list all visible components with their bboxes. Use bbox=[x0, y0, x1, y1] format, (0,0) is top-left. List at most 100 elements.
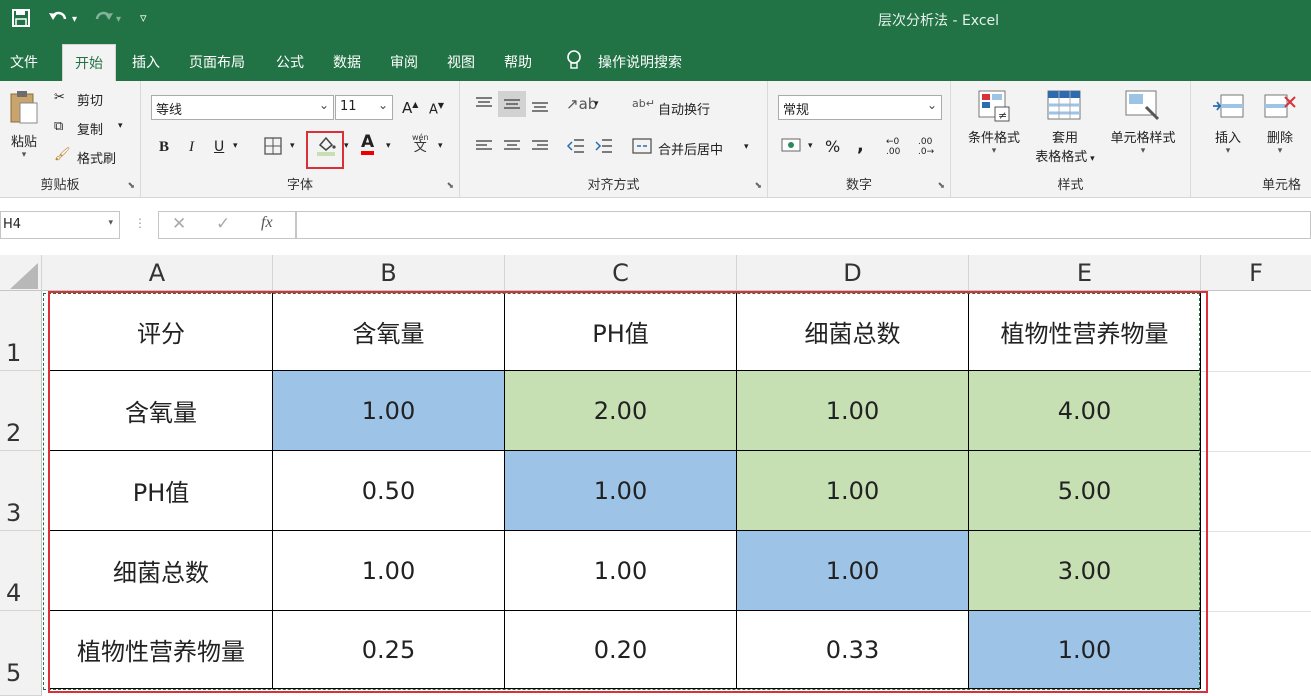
underline-button[interactable]: U bbox=[214, 139, 224, 155]
paste-button[interactable]: 粘贴 ▾ bbox=[4, 89, 44, 160]
tab-insert[interactable]: 插入 bbox=[132, 52, 160, 72]
styles-group: ≠ 条件格式 ▾ 套用 表格格式 ▾ 单元格样式 ▾ 样式 bbox=[951, 81, 1191, 197]
decrease-indent-icon[interactable] bbox=[566, 137, 586, 159]
ribbon: 粘贴 ▾ ✂ 剪切 ⧉ 复制 ▾ 🖌 格式刷 剪贴板 ⬊ 等线 ⌄ 11 ⌄ A… bbox=[0, 81, 1311, 198]
orientation-icon[interactable]: ↗ab bbox=[566, 95, 597, 113]
tab-formulas[interactable]: 公式 bbox=[276, 52, 304, 72]
font-name-combo[interactable]: 等线 ⌄ bbox=[151, 95, 334, 120]
clipboard-launcher-icon[interactable]: ⬊ bbox=[127, 181, 135, 191]
conditional-formatting-button[interactable]: ≠ 条件格式 ▾ bbox=[959, 89, 1029, 156]
format-as-table-dropdown-icon[interactable]: ▾ bbox=[1087, 154, 1095, 164]
increase-indent-icon[interactable] bbox=[594, 137, 614, 159]
gridline bbox=[1201, 451, 1311, 452]
align-top-icon[interactable] bbox=[474, 95, 494, 117]
align-left-icon[interactable] bbox=[474, 137, 494, 159]
increase-decimal-button[interactable]: ←0.00 bbox=[886, 137, 900, 157]
phonetic-guide-button[interactable]: wén 文 bbox=[412, 133, 429, 154]
column-header-a[interactable]: A bbox=[42, 255, 273, 291]
format-painter-button[interactable]: 格式刷 bbox=[77, 148, 116, 167]
accounting-format-icon[interactable] bbox=[780, 136, 802, 160]
copy-dropdown-icon[interactable]: ▾ bbox=[118, 121, 123, 131]
column-header-d[interactable]: D bbox=[737, 255, 969, 291]
alignment-launcher-icon[interactable]: ⬊ bbox=[754, 181, 762, 191]
column-header-f[interactable]: F bbox=[1201, 255, 1311, 291]
font-launcher-icon[interactable]: ⬊ bbox=[446, 181, 454, 191]
select-all-button[interactable] bbox=[0, 255, 42, 291]
cell-styles-button[interactable]: 单元格样式 ▾ bbox=[1101, 89, 1185, 156]
borders-icon[interactable] bbox=[264, 137, 282, 159]
number-format-combo[interactable]: 常规 ⌄ bbox=[778, 95, 942, 120]
undo-icon[interactable] bbox=[48, 9, 70, 32]
row-header-3[interactable]: 3 bbox=[0, 451, 42, 531]
column-header-c[interactable]: C bbox=[505, 255, 737, 291]
comma-button[interactable]: , bbox=[857, 135, 864, 156]
align-middle-icon[interactable] bbox=[498, 91, 526, 117]
font-color-dropdown-icon[interactable]: ▾ bbox=[386, 141, 391, 151]
insert-cells-dropdown-icon[interactable]: ▾ bbox=[1203, 146, 1253, 156]
cancel-icon[interactable]: ✕ bbox=[172, 214, 186, 234]
underline-dropdown-icon[interactable]: ▾ bbox=[233, 141, 238, 151]
merge-center-button[interactable]: 合并后居中 bbox=[658, 139, 723, 158]
wrap-text-button[interactable]: 自动换行 bbox=[658, 99, 710, 118]
font-color-button[interactable]: A bbox=[361, 133, 375, 155]
conditional-dropdown-icon[interactable]: ▾ bbox=[959, 146, 1029, 156]
orientation-dropdown-icon[interactable]: ▾ bbox=[594, 99, 599, 109]
cut-button[interactable]: 剪切 bbox=[77, 90, 103, 109]
tab-data[interactable]: 数据 bbox=[333, 52, 361, 72]
redo-icon bbox=[92, 9, 114, 32]
insert-cells-button[interactable]: 插入 ▾ bbox=[1203, 89, 1253, 156]
styles-group-label: 样式 bbox=[1057, 178, 1084, 193]
percent-button[interactable]: % bbox=[825, 137, 840, 156]
number-launcher-icon[interactable]: ⬊ bbox=[937, 181, 945, 191]
enter-icon[interactable]: ✓ bbox=[216, 214, 230, 234]
phonetic-dropdown-icon[interactable]: ▾ bbox=[438, 141, 443, 151]
font-size-combo[interactable]: 11 ⌄ bbox=[335, 95, 393, 120]
phonetic-char: 文 bbox=[413, 140, 427, 155]
column-header-b[interactable]: B bbox=[273, 255, 505, 291]
delete-cells-dropdown-icon[interactable]: ▾ bbox=[1255, 146, 1305, 156]
column-header-e[interactable]: E bbox=[969, 255, 1201, 291]
formula-buttons: ✕ ✓ fx bbox=[158, 211, 296, 239]
accounting-dropdown-icon[interactable]: ▾ bbox=[808, 141, 813, 151]
copy-button[interactable]: 复制 bbox=[77, 119, 103, 138]
tab-review[interactable]: 审阅 bbox=[390, 52, 418, 72]
tab-view[interactable]: 视图 bbox=[447, 52, 475, 72]
format-as-table-button[interactable]: 套用 表格格式 ▾ bbox=[1025, 89, 1105, 165]
cell-styles-dropdown-icon[interactable]: ▾ bbox=[1101, 146, 1185, 156]
row-header-1[interactable]: 1 bbox=[0, 291, 42, 371]
tab-file[interactable]: 文件 bbox=[10, 52, 38, 72]
delete-cells-button[interactable]: 删除 ▾ bbox=[1255, 89, 1305, 156]
cell-styles-label: 单元格样式 bbox=[1110, 131, 1176, 146]
customize-quick-access-icon[interactable]: ▿ bbox=[140, 11, 147, 26]
name-box[interactable]: H4 ▾ bbox=[0, 211, 120, 239]
row-header-2[interactable]: 2 bbox=[0, 371, 42, 451]
insert-function-button[interactable]: fx bbox=[261, 214, 273, 232]
font-size-value: 11 bbox=[340, 99, 357, 114]
increase-font-button[interactable]: A▲ bbox=[402, 99, 418, 117]
italic-button[interactable]: I bbox=[189, 139, 194, 156]
align-right-icon[interactable] bbox=[530, 137, 550, 159]
save-icon[interactable] bbox=[12, 9, 30, 32]
tell-me-search[interactable]: 操作说明搜索 bbox=[598, 52, 682, 72]
merge-dropdown-icon[interactable]: ▾ bbox=[744, 142, 749, 152]
borders-dropdown-icon[interactable]: ▾ bbox=[290, 141, 295, 151]
formula-input[interactable] bbox=[296, 211, 1311, 239]
font-group-label: 字体 bbox=[286, 178, 313, 193]
paste-dropdown-icon[interactable]: ▾ bbox=[4, 150, 44, 160]
row-header-5[interactable]: 5 bbox=[0, 611, 42, 696]
tab-help[interactable]: 帮助 bbox=[504, 52, 532, 72]
decrease-decimal-button[interactable]: .00.0→ bbox=[918, 137, 934, 157]
align-bottom-icon[interactable] bbox=[530, 95, 550, 117]
undo-dropdown-icon[interactable]: ▾ bbox=[72, 14, 77, 25]
tab-page-layout[interactable]: 页面布局 bbox=[189, 52, 245, 72]
name-box-dropdown-icon[interactable]: ▾ bbox=[108, 218, 113, 228]
bold-button[interactable]: B bbox=[159, 139, 169, 156]
row-header-4[interactable]: 4 bbox=[0, 531, 42, 611]
table-highlight bbox=[48, 291, 1208, 693]
cell-styles-icon bbox=[1125, 90, 1160, 121]
fill-color-dropdown-icon[interactable]: ▾ bbox=[344, 141, 349, 151]
decrease-font-button[interactable]: A▼ bbox=[429, 101, 444, 117]
tab-home[interactable]: 开始 bbox=[62, 44, 116, 81]
align-center-icon[interactable] bbox=[502, 137, 522, 159]
increase-decimal-label: .00 bbox=[886, 147, 901, 157]
